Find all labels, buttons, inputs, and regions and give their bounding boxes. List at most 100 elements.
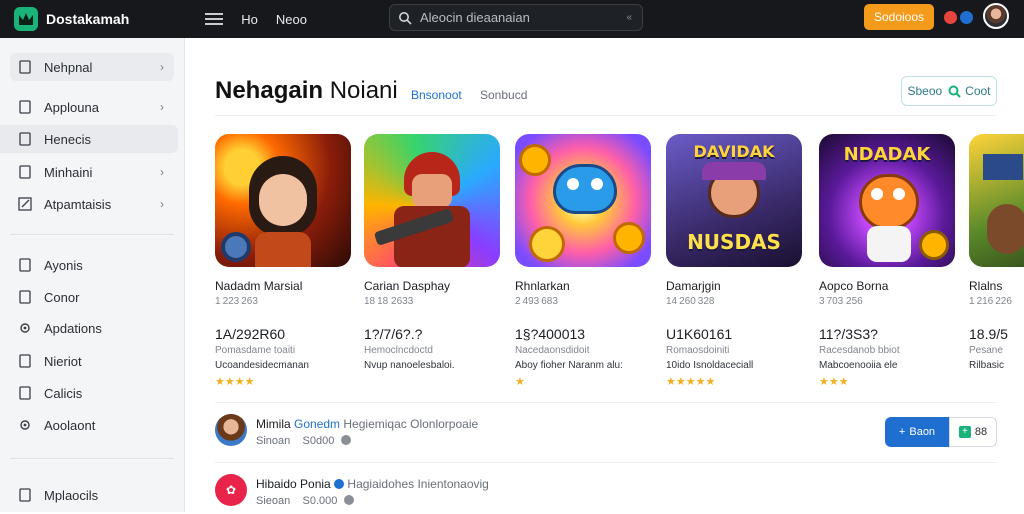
tab-active[interactable]: Bnsonoot (411, 88, 462, 102)
page-icon (18, 290, 32, 304)
plus-icon: + (958, 426, 971, 438)
app-thumbnail[interactable] (364, 134, 500, 267)
sidebar-item-label: Calicis (44, 385, 83, 401)
app-badge-icon: ✿ (225, 483, 237, 497)
app-name[interactable]: Rhnlarkan (515, 279, 570, 293)
nav-link-second[interactable]: Neoo (276, 12, 307, 27)
tab-other[interactable]: Sonbucd (480, 88, 527, 102)
sidebar-item-4[interactable]: Minhaini › (10, 158, 174, 186)
app-thumbnail[interactable] (969, 134, 1024, 267)
app-card[interactable]: Rlalns 1 216 226 18.9/5 Pesane Rilbasic (969, 134, 1024, 394)
edit-icon (18, 197, 32, 211)
view-button-label: Sbeoo (907, 84, 943, 98)
search-input[interactable]: Aleocin dieaanaian « (389, 4, 643, 31)
status-dot[interactable] (960, 11, 973, 24)
sidebar-item-label: Nieriot (44, 353, 82, 369)
page-icon (18, 100, 32, 114)
count-button-label: 88 (974, 426, 988, 438)
app-price: 1A/292R60 (215, 326, 286, 342)
sidebar-item-8[interactable]: Apdations (10, 314, 174, 342)
app-name[interactable]: Nadadm Marsial (215, 279, 302, 293)
app-card[interactable]: Nadadm Marsial 1 223 263 1A/292R60 Pomas… (215, 134, 351, 388)
app-name[interactable]: Rlalns (969, 279, 1002, 293)
divider (215, 115, 997, 116)
app-name[interactable]: Damarjgin (666, 279, 721, 293)
app-thumbnail[interactable] (515, 134, 651, 267)
app-description: Nvup nanoelesbaloi. (364, 360, 455, 371)
info-icon (344, 495, 355, 505)
sidebar-item-3[interactable]: Henecis (0, 125, 178, 153)
sidebar-item-label: Nehpnal (44, 59, 93, 75)
search-icon (399, 11, 412, 25)
chevron-right-icon: › (160, 60, 164, 74)
app-card[interactable]: DAVIDAK NUSDAS Damarjgin 14 260 328 U1K6… (666, 134, 802, 388)
brand-name: Dostakamah (46, 11, 130, 27)
list-item-category: Hagiaidohes (347, 477, 415, 491)
verified-icon (334, 479, 345, 489)
sidebar-item-12[interactable]: Mplaocils (10, 481, 174, 509)
settings-icon (18, 321, 32, 335)
app-card[interactable]: NDADAK Aopco Borna 3 703 256 11?/3S3? Ra… (819, 134, 955, 388)
list-item[interactable]: Mimila Gonedm Hegiemiqac Olonlorpoaie Si… (215, 414, 997, 454)
list-item-extra: Olonlorpoaie (410, 417, 479, 431)
list-item-sub: Sinoan S0d00 (256, 435, 352, 447)
app-meta: Pesane (969, 345, 1003, 356)
list-item-category: Hegiemiqac (343, 417, 407, 431)
search-placeholder: Aleocin dieaanaian (420, 10, 530, 25)
user-avatar[interactable] (983, 3, 1009, 29)
sidebar-item-9[interactable]: Nieriot (10, 347, 174, 375)
sidebar-item-label: Ayonis (44, 257, 83, 273)
thumbnail-top-text: NDADAK (843, 144, 931, 165)
sidebar-item-7[interactable]: Conor (10, 283, 174, 311)
app-meta: Hemoclncdoctd (364, 345, 433, 356)
app-card[interactable]: Rhnlarkan 2 493 683 1§?400013 Nacedaonsd… (515, 134, 651, 388)
search-clear-icon[interactable]: « (626, 12, 632, 23)
notification-dot[interactable] (944, 11, 957, 24)
sign-in-button[interactable]: Sodoioos (864, 4, 934, 30)
page-title-bold: Nehagain (215, 77, 324, 104)
app-downloads: 14 260 328 (666, 296, 715, 307)
sidebar-item-1[interactable]: Nehpnal › (10, 53, 174, 81)
app-downloads: 1 216 226 (969, 296, 1012, 307)
list-item-tag[interactable]: Gonedm (294, 417, 340, 431)
list-item-name[interactable]: Hibaido Ponia (256, 477, 331, 491)
app-name[interactable]: Carian Dasphay (364, 279, 450, 293)
app-thumbnail[interactable] (215, 134, 351, 267)
app-thumbnail[interactable]: NDADAK (819, 134, 955, 267)
page-title-rest: Noiani (323, 77, 398, 104)
sidebar-item-5[interactable]: Atpamtaisis › (10, 190, 174, 218)
app-meta: Pomasdame toaiti (215, 345, 296, 356)
sidebar-item-2[interactable]: Applouna › (10, 93, 174, 121)
sidebar-item-11[interactable]: Aoolaont (10, 411, 174, 439)
user-plus-icon: + (898, 426, 906, 438)
app-price: 11?/3S3? (819, 326, 878, 342)
list-item-name[interactable]: Mimila (256, 417, 291, 431)
nav-link-home[interactable]: Ho (241, 12, 258, 27)
follow-button[interactable]: + Baon (885, 417, 949, 447)
app-price: U1K60161 (666, 326, 733, 342)
list-item-sub-a: Sieoan (256, 495, 291, 507)
count-button[interactable]: + 88 (949, 417, 997, 447)
avatar[interactable] (215, 414, 247, 446)
app-name[interactable]: Aopco Borna (819, 279, 888, 293)
sidebar-item-label: Atpamtaisis (44, 196, 112, 212)
list-item[interactable]: ✿ Hibaido Ponia Hagiaidohes Inientonaovi… (215, 474, 997, 514)
sidebar-item-6[interactable]: Ayonis (10, 251, 174, 279)
sidebar-divider (10, 234, 174, 235)
app-description: Aboy fioher Naranm alu: (515, 360, 623, 371)
view-button[interactable]: Sbeoo Coot (901, 76, 997, 106)
thumbnail-title-text: NUSDAS (687, 230, 781, 254)
menu-icon[interactable] (205, 13, 224, 25)
sidebar-item-10[interactable]: Calicis (10, 379, 174, 407)
app-thumbnail[interactable]: DAVIDAK NUSDAS (666, 134, 802, 267)
page-icon (18, 488, 32, 502)
app-downloads: 1 223 263 (215, 296, 258, 307)
app-logo[interactable] (14, 7, 38, 31)
app-description: Rilbasic (969, 360, 1005, 371)
app-downloads: 3 703 256 (819, 296, 863, 307)
rating-stars: ★★★★★ (666, 376, 716, 388)
list-item-sub-b: S0d00 (302, 435, 335, 447)
avatar[interactable]: ✿ (215, 474, 247, 506)
app-card[interactable]: Carian Dasphay 18 18 2633 1?/7/6?.? Hemo… (364, 134, 500, 371)
list-item-extra: Inientonaovig (417, 477, 489, 491)
